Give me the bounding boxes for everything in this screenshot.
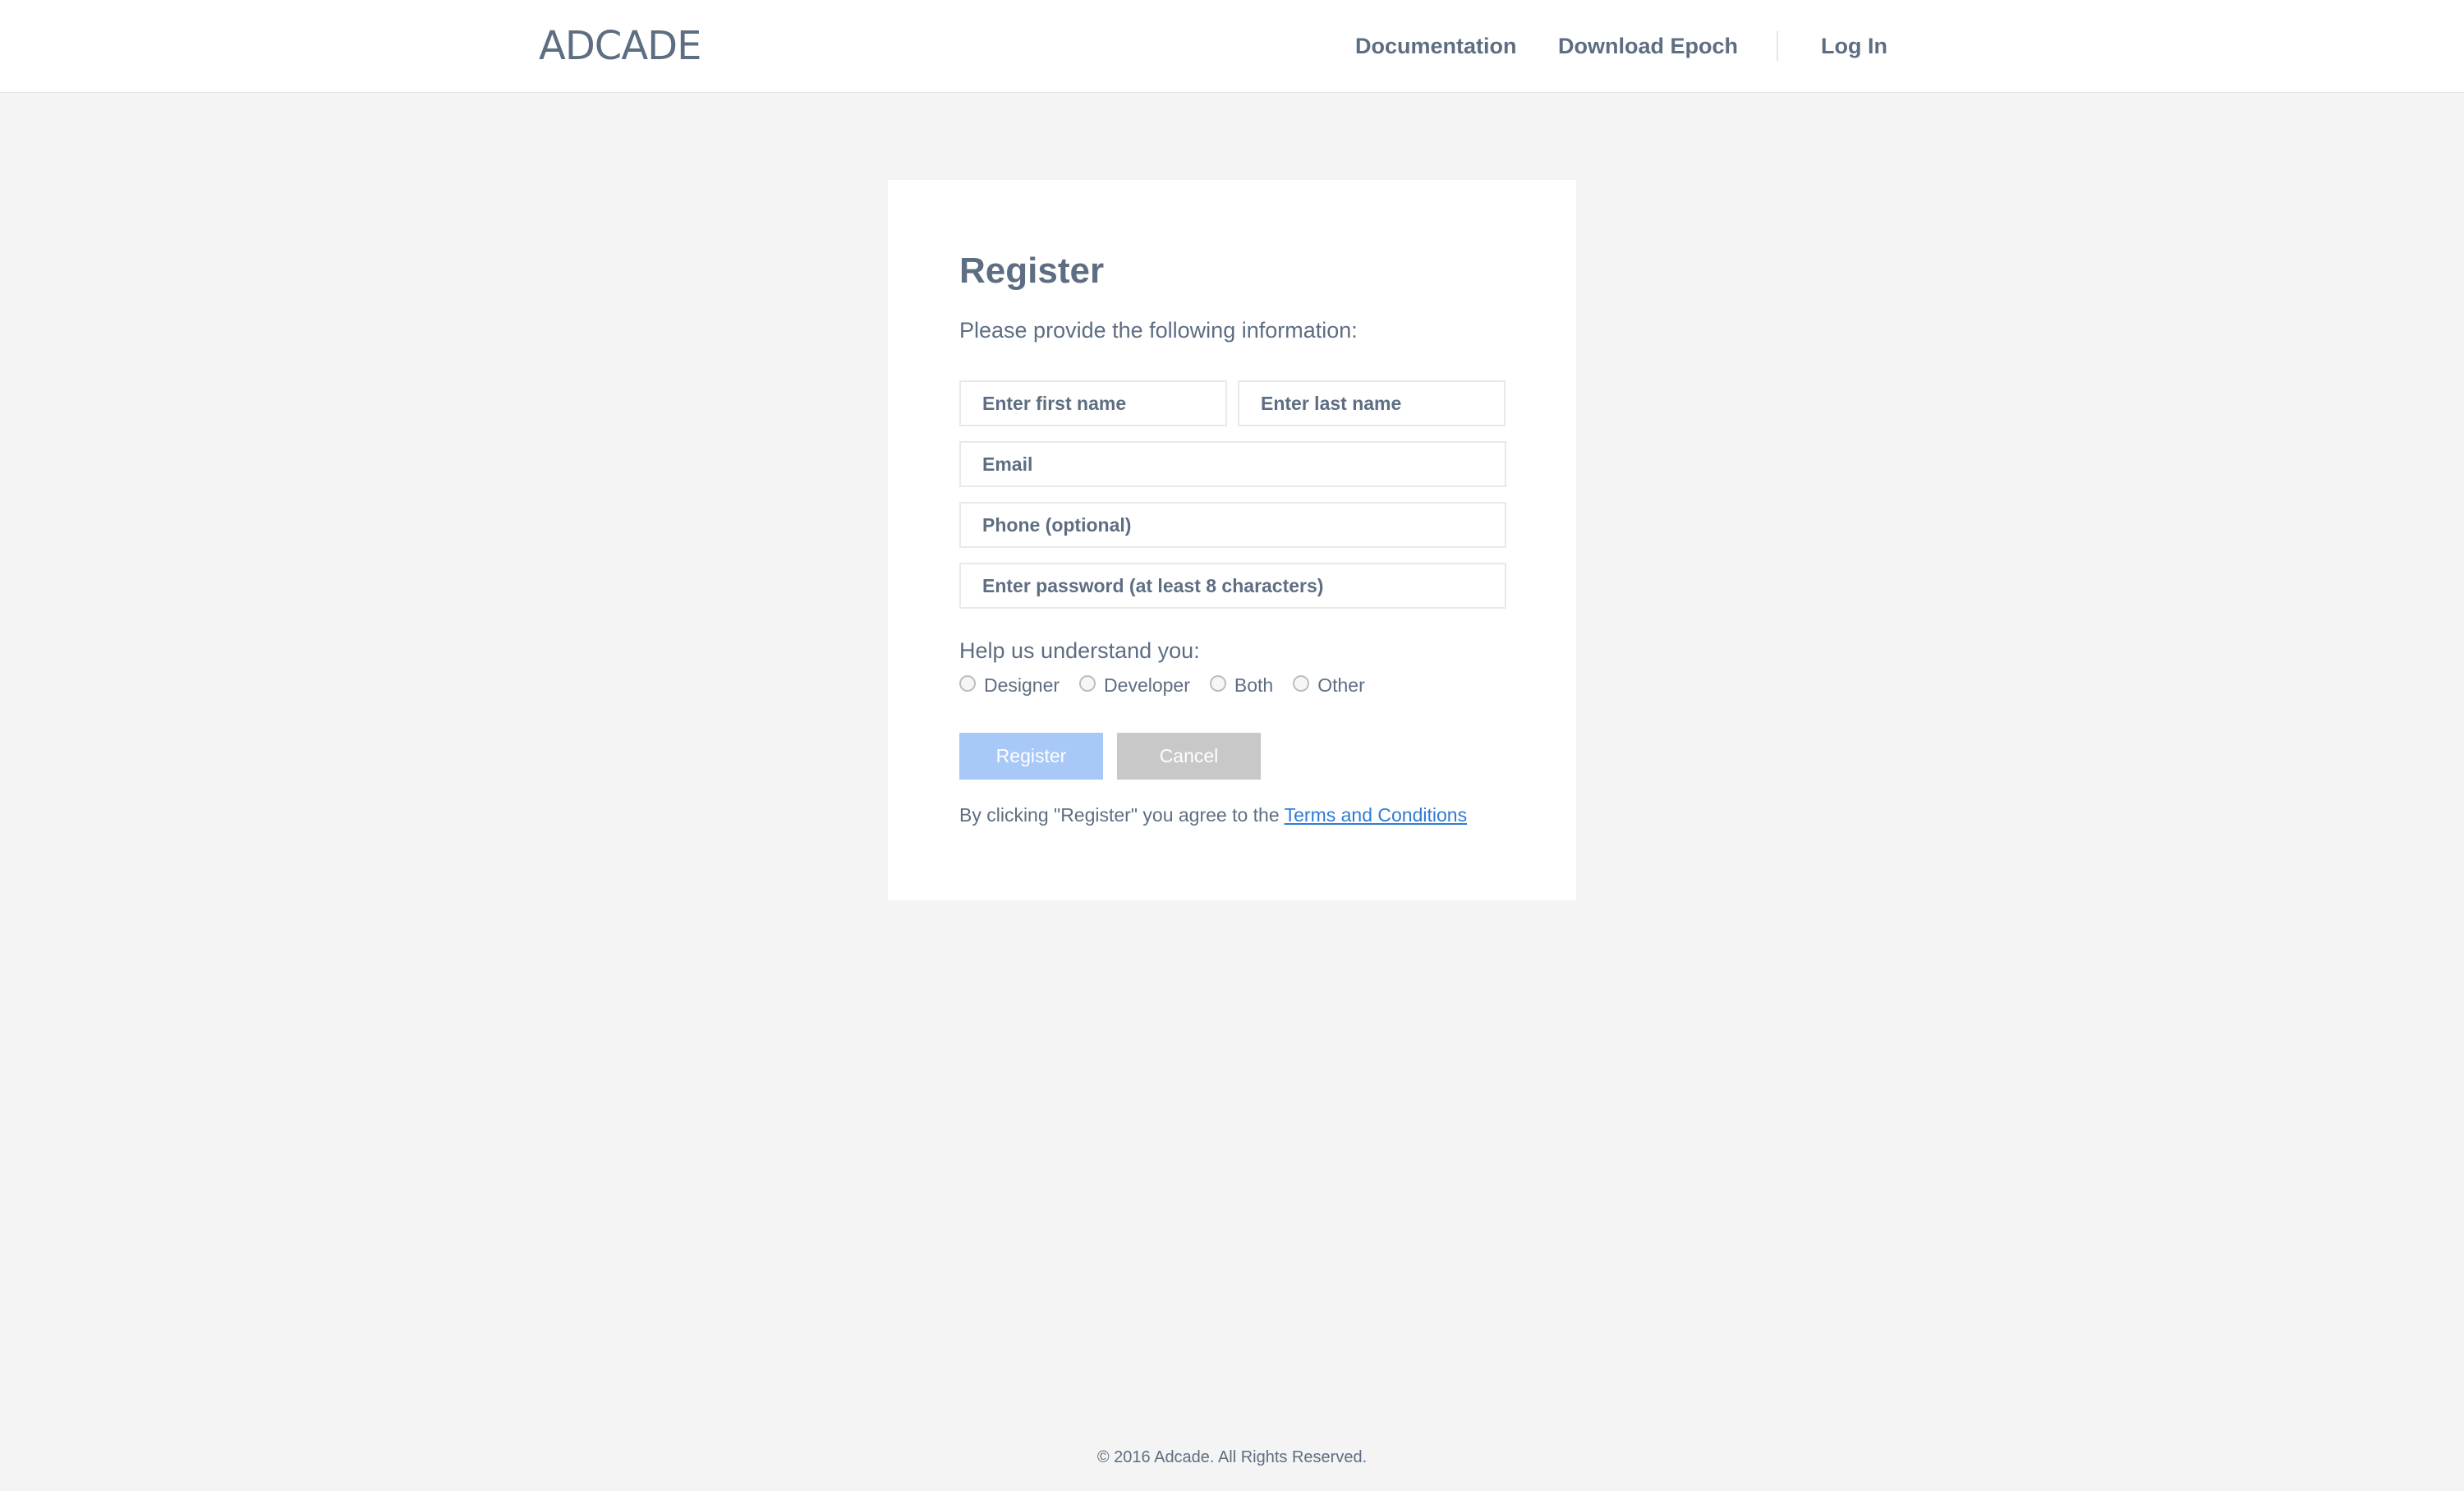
cancel-button[interactable]: Cancel (1117, 733, 1261, 780)
nav-download-epoch[interactable]: Download Epoch (1558, 0, 1738, 93)
password-field[interactable] (959, 563, 1506, 609)
top-header: ADCADE Documentation Download Epoch Log … (0, 0, 2464, 93)
role-question-label: Help us understand you: (959, 638, 1200, 663)
nav-divider (1777, 31, 1778, 61)
role-label-developer: Developer (1104, 674, 1190, 696)
page-title: Register (959, 251, 1105, 291)
role-option-other[interactable]: Other (1293, 674, 1365, 697)
terms-prefix: By clicking "Register" you agree to the (959, 804, 1280, 826)
last-name-field[interactable] (1238, 380, 1506, 426)
role-option-designer[interactable]: Designer (959, 674, 1060, 697)
role-option-developer[interactable]: Developer (1079, 674, 1190, 697)
first-name-field[interactable] (959, 380, 1227, 426)
phone-field[interactable] (959, 502, 1506, 548)
form-subtitle: Please provide the following information… (959, 318, 1358, 343)
role-option-both[interactable]: Both (1209, 674, 1274, 697)
terms-and-conditions-link[interactable]: Terms and Conditions (1285, 804, 1467, 826)
email-field[interactable] (959, 441, 1506, 487)
radio-button-both[interactable] (1209, 675, 1226, 692)
radio-button-developer[interactable] (1079, 675, 1096, 692)
radio-button-other[interactable] (1293, 675, 1310, 692)
nav-download-epoch-link[interactable]: Download Epoch (1558, 34, 1738, 59)
register-button[interactable]: Register (959, 733, 1103, 780)
role-radio-group: Designer Developer Both Other (959, 671, 1385, 699)
role-label-designer: Designer (984, 674, 1060, 696)
register-card: Register Please provide the following in… (888, 180, 1576, 900)
role-label-both: Both (1234, 674, 1274, 696)
radio-button-designer[interactable] (959, 675, 976, 692)
logo-text: ADCADE (539, 23, 701, 69)
nav-login[interactable]: Log In (1821, 0, 1887, 93)
nav-documentation-link[interactable]: Documentation (1355, 34, 1517, 59)
role-label-other: Other (1317, 674, 1365, 696)
adcade-logo[interactable]: ADCADE (539, 25, 713, 67)
nav-login-link[interactable]: Log In (1821, 34, 1887, 59)
nav-documentation[interactable]: Documentation (1355, 0, 1517, 93)
footer-copyright: © 2016 Adcade. All Rights Reserved. (1096, 1448, 1368, 1466)
terms-notice: By clicking "Register" you agree to the … (959, 804, 1467, 826)
